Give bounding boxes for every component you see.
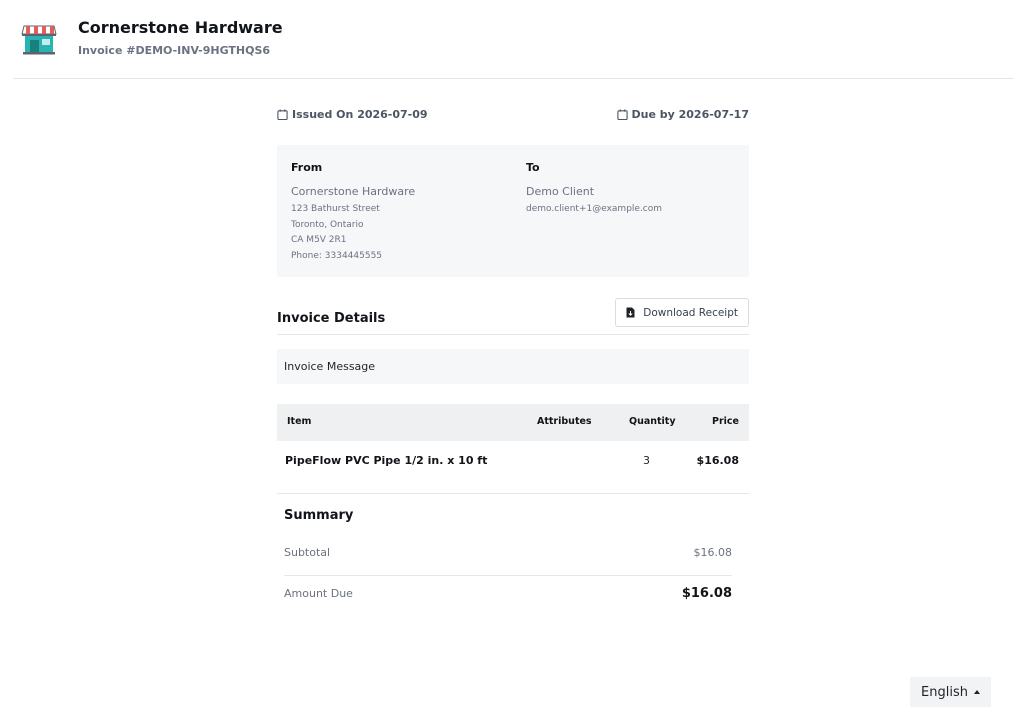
summary-divider — [284, 575, 732, 576]
due-date-text: Due by 2026-07-17 — [631, 108, 750, 121]
items-table: Item Attributes Quantity Price PipeFlow … — [277, 404, 749, 494]
to-heading: To — [526, 161, 540, 174]
amount-due-value: $16.08 — [681, 586, 732, 601]
file-download-icon — [626, 307, 635, 318]
invoice-message-text: Invoice Message — [284, 360, 376, 373]
to-party: To Demo Client demo.client+1@example.com — [526, 161, 662, 218]
from-phone: Phone: 3334445555 — [291, 250, 383, 261]
issued-date-text: Issued On 2026-07-09 — [292, 108, 428, 121]
subtotal-value: $16.08 — [693, 546, 733, 559]
download-receipt-button[interactable]: Download Receipt — [615, 298, 749, 327]
caret-up-icon — [973, 690, 980, 694]
issued-date: Issued On 2026-07-09 — [277, 108, 428, 121]
column-header-quantity: Quantity — [629, 416, 676, 427]
item-quantity: 3 — [643, 454, 650, 467]
item-name: PipeFlow PVC Pipe 1/2 in. x 10 ft — [285, 454, 488, 467]
column-header-attributes: Attributes — [537, 416, 592, 427]
from-address-line1: 123 Bathurst Street — [291, 204, 380, 214]
summary-title: Summary — [284, 508, 354, 523]
to-email: demo.client+1@example.com — [526, 204, 663, 214]
to-name: Demo Client — [526, 185, 595, 198]
calendar-icon — [277, 109, 288, 120]
due-date: Due by 2026-07-17 — [616, 108, 750, 121]
download-receipt-label: Download Receipt — [643, 306, 738, 319]
subtotal-row: Subtotal $16.08 — [284, 546, 732, 559]
details-divider — [277, 334, 749, 335]
invoice-details-title: Invoice Details — [277, 311, 386, 326]
store-name: Cornerstone Hardware — [78, 18, 283, 37]
storefront-icon — [21, 25, 57, 55]
dates-row: Issued On 2026-07-09 Due by 2026-07-17 — [277, 108, 749, 124]
item-price: $16.08 — [696, 454, 739, 467]
calendar-icon — [616, 109, 628, 120]
parties-panel: From Cornerstone Hardware 123 Bathurst S… — [277, 145, 749, 277]
from-heading: From — [291, 161, 323, 174]
column-header-item: Item — [287, 416, 312, 427]
amount-due-label: Amount Due — [284, 587, 353, 600]
invoice-number: Invoice #DEMO-INV-9HGTHQS6 — [78, 44, 271, 57]
header-divider — [13, 78, 1014, 79]
from-address-line2: Toronto, Ontario — [291, 219, 364, 230]
invoice-content: Issued On 2026-07-09 Due by 2026-07-17 F… — [277, 108, 749, 601]
language-selected: English — [921, 684, 968, 700]
column-header-price: Price — [712, 416, 739, 427]
invoice-header: Cornerstone Hardware Invoice #DEMO-INV-9… — [0, 0, 1024, 78]
from-name: Cornerstone Hardware — [291, 185, 416, 198]
invoice-message: Invoice Message — [277, 349, 749, 384]
amount-due-row: Amount Due $16.08 — [284, 586, 732, 601]
table-header: Item Attributes Quantity Price — [277, 404, 749, 441]
table-row: PipeFlow PVC Pipe 1/2 in. x 10 ft 3 $16.… — [277, 441, 749, 494]
subtotal-label: Subtotal — [284, 546, 331, 559]
from-party: From Cornerstone Hardware 123 Bathurst S… — [291, 161, 415, 264]
from-address-line3: CA M5V 2R1 — [291, 235, 347, 245]
language-select[interactable]: English — [910, 677, 991, 707]
